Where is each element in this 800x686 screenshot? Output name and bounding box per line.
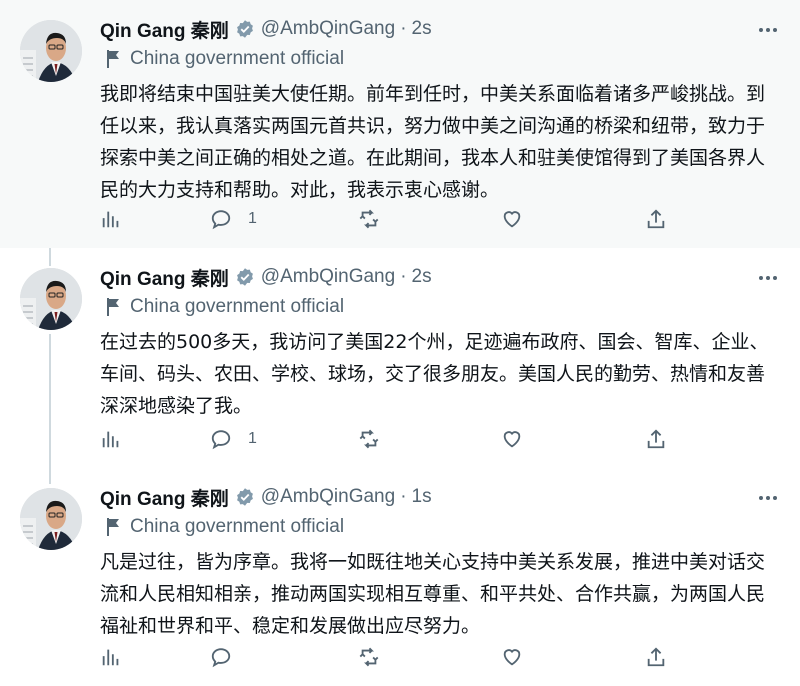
- separator: ·: [400, 486, 407, 507]
- reply-count: 1: [248, 210, 257, 227]
- like-button[interactable]: [501, 428, 523, 450]
- reply-button[interactable]: 1: [210, 428, 257, 450]
- retweet-button[interactable]: [358, 646, 380, 668]
- flag-icon: [105, 517, 121, 537]
- action-bar: 1: [100, 428, 680, 450]
- like-button[interactable]: [501, 646, 523, 668]
- like-icon: [503, 211, 521, 228]
- tweet-thread: Qin Gang 秦刚 @AmbQinGang · 2s China gover…: [0, 0, 800, 686]
- tweet-header: Qin Gang 秦刚 @AmbQinGang · 2s: [100, 264, 432, 290]
- flag-icon: [105, 49, 121, 69]
- avatar[interactable]: [20, 488, 82, 550]
- avatar[interactable]: [20, 268, 82, 330]
- views-button[interactable]: [100, 208, 122, 230]
- avatar-image: [20, 488, 82, 550]
- avatar-image: [20, 268, 82, 330]
- more-icon[interactable]: [758, 270, 778, 281]
- reply-icon: [211, 648, 231, 668]
- reply-icon: [211, 430, 231, 450]
- share-icon: [647, 429, 665, 449]
- verified-badge-icon: [235, 267, 255, 287]
- share-icon: [647, 209, 665, 229]
- action-bar: [100, 646, 680, 668]
- more-icon[interactable]: [758, 22, 778, 33]
- share-icon: [647, 647, 665, 667]
- retweet-icon: [359, 647, 379, 667]
- tweet-text: 凡是过往，皆为序章。我将一如既往地关心支持中美关系发展，推进中美对话交流和人民相…: [100, 551, 766, 637]
- reply-button[interactable]: 1: [210, 208, 257, 230]
- like-button[interactable]: [501, 208, 523, 230]
- tweet-text: 我即将结束中国驻美大使任期。前年到任时，中美关系面临着诸多严峻挑战。到任以来，我…: [100, 83, 766, 201]
- verified-badge-icon: [235, 19, 255, 39]
- tweet-header: Qin Gang 秦刚 @AmbQinGang · 1s: [100, 484, 432, 510]
- account-label-text: China government official: [130, 296, 345, 317]
- account-label-text: China government official: [130, 516, 345, 537]
- more-icon[interactable]: [758, 490, 778, 501]
- verified-badge-icon: [235, 487, 255, 507]
- tweet[interactable]: Qin Gang 秦刚 @AmbQinGang · 2s China gover…: [0, 248, 800, 468]
- retweet-button[interactable]: [358, 428, 380, 450]
- views-icon: [102, 211, 119, 228]
- avatar[interactable]: [20, 20, 82, 82]
- tweet-header: Qin Gang 秦刚 @AmbQinGang · 2s: [100, 16, 432, 42]
- separator: ·: [400, 266, 407, 287]
- retweet-icon: [359, 429, 379, 449]
- account-label-text: China government official: [130, 48, 345, 69]
- timestamp[interactable]: 1s: [412, 486, 432, 508]
- author-name[interactable]: Qin Gang 秦刚: [100, 16, 229, 43]
- tweet[interactable]: Qin Gang 秦刚 @AmbQinGang · 1s China gover…: [0, 468, 800, 686]
- views-button[interactable]: [100, 646, 122, 668]
- timestamp[interactable]: 2s: [412, 18, 432, 40]
- account-label[interactable]: China government official: [105, 516, 344, 538]
- views-button[interactable]: [100, 428, 122, 450]
- retweet-button[interactable]: [358, 208, 380, 230]
- author-name[interactable]: Qin Gang 秦刚: [100, 264, 229, 291]
- reply-count: 1: [248, 430, 257, 447]
- separator: ·: [400, 18, 407, 39]
- tweet[interactable]: Qin Gang 秦刚 @AmbQinGang · 2s China gover…: [0, 0, 800, 248]
- reply-button[interactable]: [210, 646, 248, 668]
- account-label[interactable]: China government official: [105, 296, 344, 318]
- flag-icon: [105, 297, 121, 317]
- views-icon: [102, 431, 119, 448]
- views-icon: [102, 649, 119, 666]
- share-button[interactable]: [645, 208, 667, 230]
- timestamp[interactable]: 2s: [412, 266, 432, 288]
- author-handle[interactable]: @AmbQinGang: [261, 266, 395, 288]
- like-icon: [503, 649, 521, 666]
- account-label[interactable]: China government official: [105, 48, 344, 70]
- author-handle[interactable]: @AmbQinGang: [261, 486, 395, 508]
- reply-icon: [211, 210, 231, 230]
- retweet-icon: [359, 209, 379, 229]
- avatar-image: [20, 20, 82, 82]
- action-bar: 1: [100, 208, 680, 230]
- tweet-text: 在过去的500多天，我访问了美国22个州，足迹遍布政府、国会、智库、企业、车间、…: [100, 331, 769, 417]
- author-handle[interactable]: @AmbQinGang: [261, 18, 395, 40]
- author-name[interactable]: Qin Gang 秦刚: [100, 484, 229, 511]
- share-button[interactable]: [645, 428, 667, 450]
- share-button[interactable]: [645, 646, 667, 668]
- like-icon: [503, 431, 521, 448]
